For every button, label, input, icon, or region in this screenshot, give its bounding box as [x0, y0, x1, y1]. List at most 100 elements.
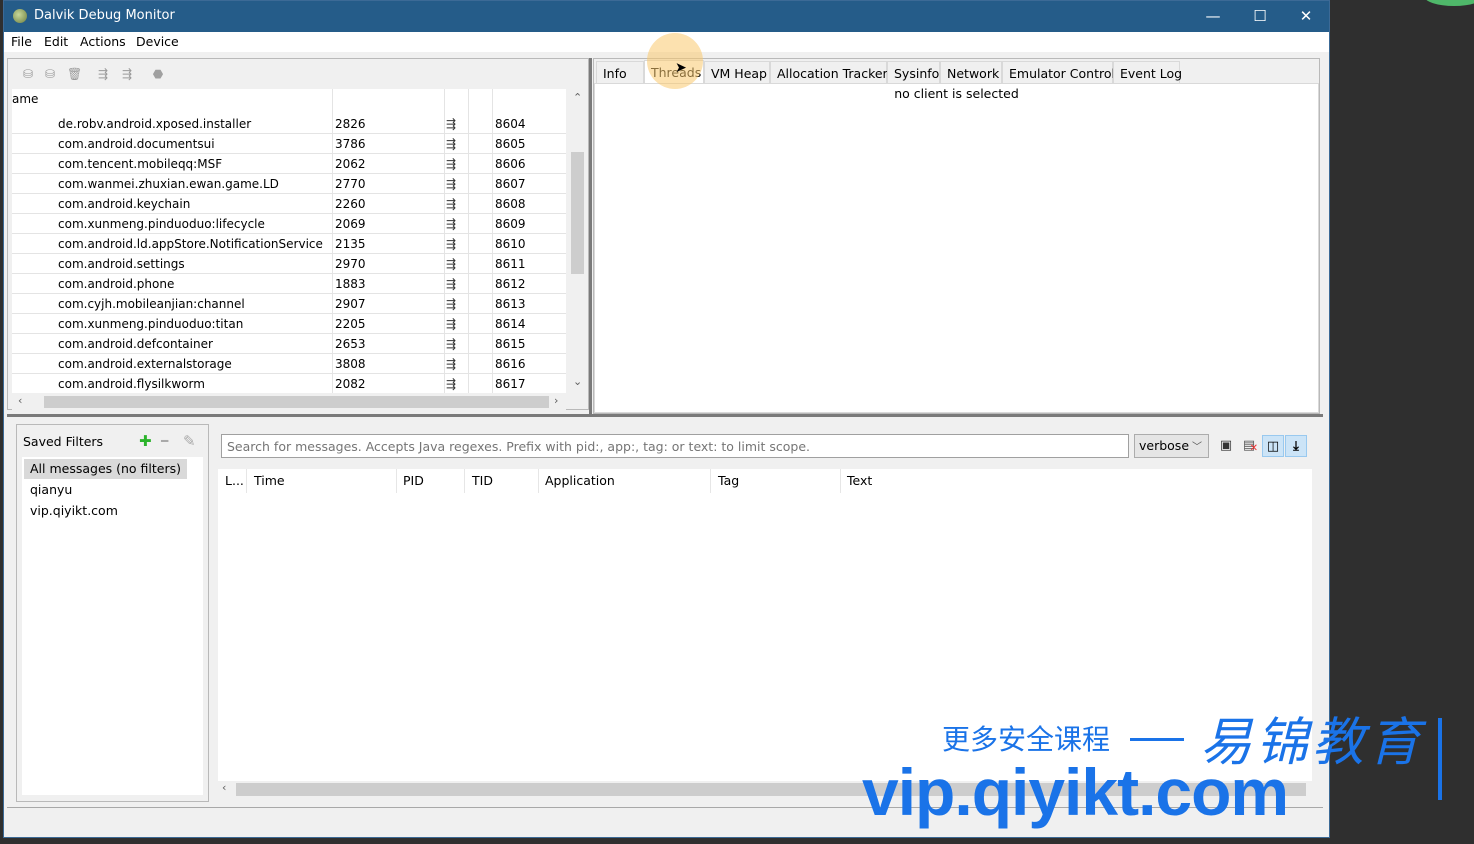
scroll-thumb[interactable]	[44, 396, 549, 408]
device-client-row[interactable]: com.android.phone 1883 ⇶ 8612	[12, 274, 566, 294]
add-filter-button[interactable]: ✚	[139, 432, 152, 450]
client-name: com.android.phone	[58, 277, 175, 291]
device-client-row[interactable]: com.android.keychain 2260 ⇶ 8608	[12, 194, 566, 214]
thread-update-icon: ⇶	[446, 357, 456, 371]
client-pid: 3786	[335, 137, 366, 151]
filter-item-all[interactable]: All messages (no filters)	[24, 459, 188, 479]
client-pid: 2205	[335, 317, 366, 331]
device-client-row[interactable]: com.android.externalstorage 3808 ⇶ 8616	[12, 354, 566, 374]
device-client-row[interactable]: com.android.documentsui 3786 ⇶ 8605	[12, 134, 566, 154]
device-client-row[interactable]: com.xunmeng.pinduoduo:lifecycle 2069 ⇶ 8609	[12, 214, 566, 234]
scroll-up-icon[interactable]: ⌃	[573, 91, 582, 104]
column-pid[interactable]: PID	[403, 473, 424, 488]
scroll-left-icon[interactable]: ‹	[222, 781, 226, 794]
scroll-right-icon[interactable]: ›	[554, 394, 558, 407]
tab-threads[interactable]: Threads	[644, 60, 704, 85]
log-level-select[interactable]: verbose ﹀	[1134, 434, 1209, 458]
client-name: com.android.keychain	[58, 197, 191, 211]
vertical-splitter[interactable]	[589, 58, 592, 416]
column-text[interactable]: Text	[847, 473, 872, 488]
thread-update-icon: ⇶	[446, 137, 456, 151]
log-level-value: verbose	[1139, 438, 1190, 453]
logcat-search-input[interactable]	[221, 434, 1129, 458]
device-client-row[interactable]: com.android.ld.appStore.NotificationServ…	[12, 234, 566, 254]
client-port: 8605	[495, 137, 526, 151]
tab-emulator-control[interactable]: Emulator Control	[1002, 61, 1115, 84]
update-threads-icon[interactable]: ⇶	[120, 67, 134, 81]
client-name: com.android.settings	[58, 257, 185, 271]
desktop-widget	[1424, 0, 1474, 6]
client-pid: 2970	[335, 257, 366, 271]
filter-item[interactable]: qianyu	[24, 480, 78, 500]
save-log-button[interactable]: ▣	[1215, 435, 1237, 457]
client-port: 8611	[495, 257, 526, 271]
stop-process-icon[interactable]: ⬣	[151, 67, 165, 81]
minimize-button[interactable]: —	[1190, 1, 1236, 32]
tab-info[interactable]: Info	[596, 61, 644, 84]
scroll-down-icon[interactable]: ⌄	[573, 375, 582, 388]
menu-device[interactable]: Device	[136, 34, 179, 49]
device-client-row[interactable]: com.wanmei.zhuxian.ewan.game.LD 2770 ⇶ 8607	[12, 174, 566, 194]
saved-filters-panel: Saved Filters ✚ ━ ✎ All messages (no fil…	[16, 424, 209, 802]
scroll-thumb[interactable]	[571, 152, 584, 274]
column-application[interactable]: Application	[545, 473, 615, 488]
tab-event-log[interactable]: Event Log	[1113, 61, 1182, 84]
tab-allocation-tracker[interactable]: Allocation Tracker	[770, 61, 888, 84]
window-title: Dalvik Debug Monitor	[34, 8, 175, 23]
client-pid: 1883	[335, 277, 366, 291]
client-port: 8613	[495, 297, 526, 311]
saved-filters-label: Saved Filters	[23, 434, 104, 449]
client-name: com.wanmei.zhuxian.ewan.game.LD	[58, 177, 279, 191]
edit-filter-button[interactable]: ✎	[183, 432, 196, 450]
debug-process-icon[interactable]: ⛁	[21, 67, 35, 81]
tab-content: no client is selected	[594, 83, 1319, 413]
thread-update-icon: ⇶	[446, 237, 456, 251]
header-name[interactable]: ame	[12, 92, 38, 106]
tab-vm-heap[interactable]: VM Heap	[704, 61, 770, 84]
column-level[interactable]: L...	[225, 473, 244, 488]
dump-hprof-icon[interactable]: 🗑	[67, 67, 82, 81]
client-pid: 2826	[335, 117, 366, 131]
toggle-filters-button[interactable]: ◫	[1262, 435, 1284, 457]
clear-log-button[interactable]: ▤ ✕	[1238, 435, 1260, 457]
vertical-scrollbar[interactable]: ⌃ ⌄	[569, 89, 586, 393]
client-name: com.xunmeng.pinduoduo:lifecycle	[58, 217, 265, 231]
client-port: 8617	[495, 377, 526, 391]
menu-actions[interactable]: Actions	[80, 34, 126, 49]
devices-panel: ⛁ ⛁ 🗑 ⇶ ⇶ ⬣ ame de.robv.android.xposed.i…	[7, 58, 589, 410]
close-button[interactable]: ✕	[1283, 1, 1329, 32]
device-client-row[interactable]: com.cyjh.mobileanjian:channel 2907 ⇶ 8613	[12, 294, 566, 314]
scroll-lock-button[interactable]: ⤓	[1285, 435, 1307, 457]
tab-sysinfo[interactable]: Sysinfo	[887, 61, 940, 84]
maximize-button[interactable]: ☐	[1237, 1, 1283, 32]
device-client-row[interactable]: com.android.defcontainer 2653 ⇶ 8615	[12, 334, 566, 354]
horizontal-scrollbar[interactable]: ‹ ›	[12, 394, 566, 410]
cause-gc-icon[interactable]: ⇶	[96, 67, 110, 81]
filter-list: All messages (no filters) qianyu vip.qiy…	[22, 457, 203, 795]
thread-update-icon: ⇶	[446, 337, 456, 351]
menu-edit[interactable]: Edit	[44, 34, 68, 49]
column-time[interactable]: Time	[254, 473, 285, 488]
device-client-row[interactable]: com.android.settings 2970 ⇶ 8611	[12, 254, 566, 274]
device-client-row[interactable]: com.xunmeng.pinduoduo:titan 2205 ⇶ 8614	[12, 314, 566, 334]
client-pid: 2135	[335, 237, 366, 251]
update-heap-icon[interactable]: ⛁	[43, 67, 57, 81]
device-client-row[interactable]: de.robv.android.xposed.installer 2826 ⇶ 860…	[12, 114, 566, 134]
thread-update-icon: ⇶	[446, 297, 456, 311]
panel-toggle-icon: ◫	[1266, 439, 1280, 454]
menu-file[interactable]: File	[11, 34, 32, 49]
column-tag[interactable]: Tag	[718, 473, 739, 488]
client-port: 8612	[495, 277, 526, 291]
device-client-row[interactable]: com.android.flysilkworm 2082 ⇶ 8617	[12, 374, 566, 393]
client-port: 8606	[495, 157, 526, 171]
remove-filter-button[interactable]: ━	[161, 434, 168, 448]
column-tid[interactable]: TID	[472, 473, 493, 488]
app-icon	[13, 9, 27, 23]
client-pid: 2062	[335, 157, 366, 171]
tab-network[interactable]: Network	[940, 61, 1002, 84]
client-port: 8604	[495, 117, 526, 131]
client-pid: 2082	[335, 377, 366, 391]
device-client-row[interactable]: com.tencent.mobileqq:MSF 2062 ⇶ 8606	[12, 154, 566, 174]
scroll-left-icon[interactable]: ‹	[18, 394, 22, 407]
filter-item[interactable]: vip.qiyikt.com	[24, 501, 124, 521]
